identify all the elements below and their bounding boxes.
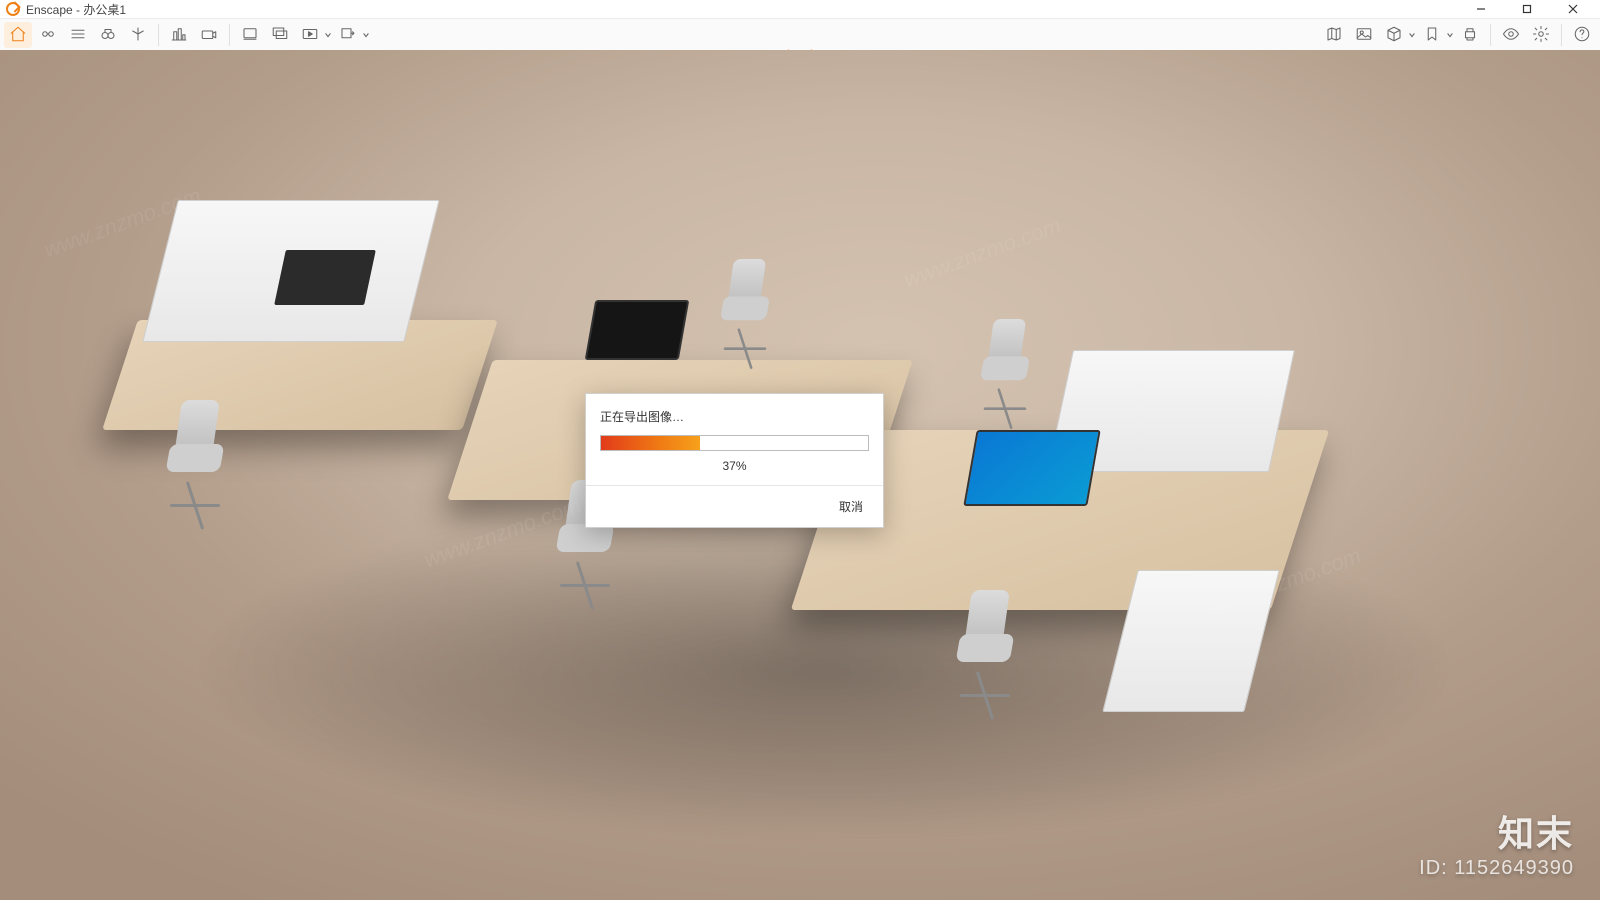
window-title-group: Enscape - 办公桌1 [6, 1, 126, 18]
views-button[interactable] [94, 22, 122, 48]
camera-icon [200, 25, 218, 46]
export-dropdown[interactable] [362, 22, 370, 48]
export-progress-dialog: 正在导出图像… 37% 取消 [585, 393, 884, 528]
bim-button[interactable] [64, 22, 92, 48]
link-icon [39, 25, 57, 46]
monitor [963, 430, 1100, 506]
live-link-button[interactable] [34, 22, 62, 48]
office-chair [940, 590, 1030, 710]
video-icon [301, 25, 319, 46]
render-viewport[interactable]: www.znzmo.com www.znzmo.com www.znzmo.co… [0, 50, 1600, 900]
settings-button[interactable] [1527, 22, 1555, 48]
progress-percent-label: 37% [586, 451, 883, 485]
video-dropdown[interactable] [324, 22, 332, 48]
toolbar-right [1320, 19, 1596, 51]
window-title: Enscape - 办公桌1 [26, 1, 126, 18]
toolbar-left [4, 19, 370, 51]
separator [1490, 24, 1491, 46]
watermark-brand: 知末 [1419, 805, 1574, 857]
eye-icon [1502, 25, 1520, 46]
bookmarks-button[interactable] [1418, 22, 1446, 48]
window-controls [1458, 0, 1596, 18]
assets-button[interactable] [1380, 22, 1408, 48]
cube-icon [1385, 25, 1403, 46]
menu-icon [69, 25, 87, 46]
maximize-button[interactable] [1504, 0, 1550, 18]
cancel-button[interactable]: 取消 [833, 496, 869, 517]
help-icon [1573, 25, 1591, 46]
watermark-id: ID: 1152649390 [1419, 857, 1574, 880]
office-chair [150, 400, 240, 520]
export-icon [339, 25, 357, 46]
camera-button[interactable] [195, 22, 223, 48]
image-button[interactable] [1350, 22, 1378, 48]
batch-screenshot-icon [271, 25, 289, 46]
progress-bar [600, 435, 869, 451]
assets-dropdown[interactable] [1408, 22, 1416, 48]
gear-icon [1532, 25, 1550, 46]
progress-bar-fill [601, 436, 700, 450]
dialog-title: 正在导出图像… [586, 394, 883, 435]
favorite-button[interactable] [124, 22, 152, 48]
print-button[interactable] [1456, 22, 1484, 48]
screenshot-button[interactable] [236, 22, 264, 48]
map-icon [1325, 25, 1343, 46]
separator [1561, 24, 1562, 46]
map-button[interactable] [1320, 22, 1348, 48]
dialog-footer: 取消 [586, 485, 883, 527]
office-chair [707, 259, 784, 361]
batch-screenshot-button[interactable] [266, 22, 294, 48]
visual-settings-button[interactable] [1497, 22, 1525, 48]
screenshot-icon [241, 25, 259, 46]
window-titlebar: Enscape - 办公桌1 [0, 0, 1600, 18]
binoculars-icon [99, 25, 117, 46]
cityscape-button[interactable] [165, 22, 193, 48]
watermark-corner: 知末 ID: 1152649390 [1419, 805, 1574, 880]
office-chair [967, 319, 1044, 421]
print-icon [1461, 25, 1479, 46]
help-button[interactable] [1568, 22, 1596, 48]
minimize-button[interactable] [1458, 0, 1504, 18]
main-toolbar [0, 18, 1600, 52]
close-button[interactable] [1550, 0, 1596, 18]
separator [229, 24, 230, 46]
bookmark-icon [1423, 25, 1441, 46]
app-logo-icon [6, 2, 20, 16]
home-icon [9, 25, 27, 46]
monitor [585, 300, 690, 360]
export-button[interactable] [334, 22, 362, 48]
cityscape-icon [170, 25, 188, 46]
watermark-diagonal: www.znzmo.com [901, 213, 1065, 294]
separator [158, 24, 159, 46]
favorite-icon [129, 25, 147, 46]
video-button[interactable] [296, 22, 324, 48]
home-button[interactable] [4, 22, 32, 48]
monitor [274, 250, 376, 305]
image-icon [1355, 25, 1373, 46]
bookmarks-dropdown[interactable] [1446, 22, 1454, 48]
